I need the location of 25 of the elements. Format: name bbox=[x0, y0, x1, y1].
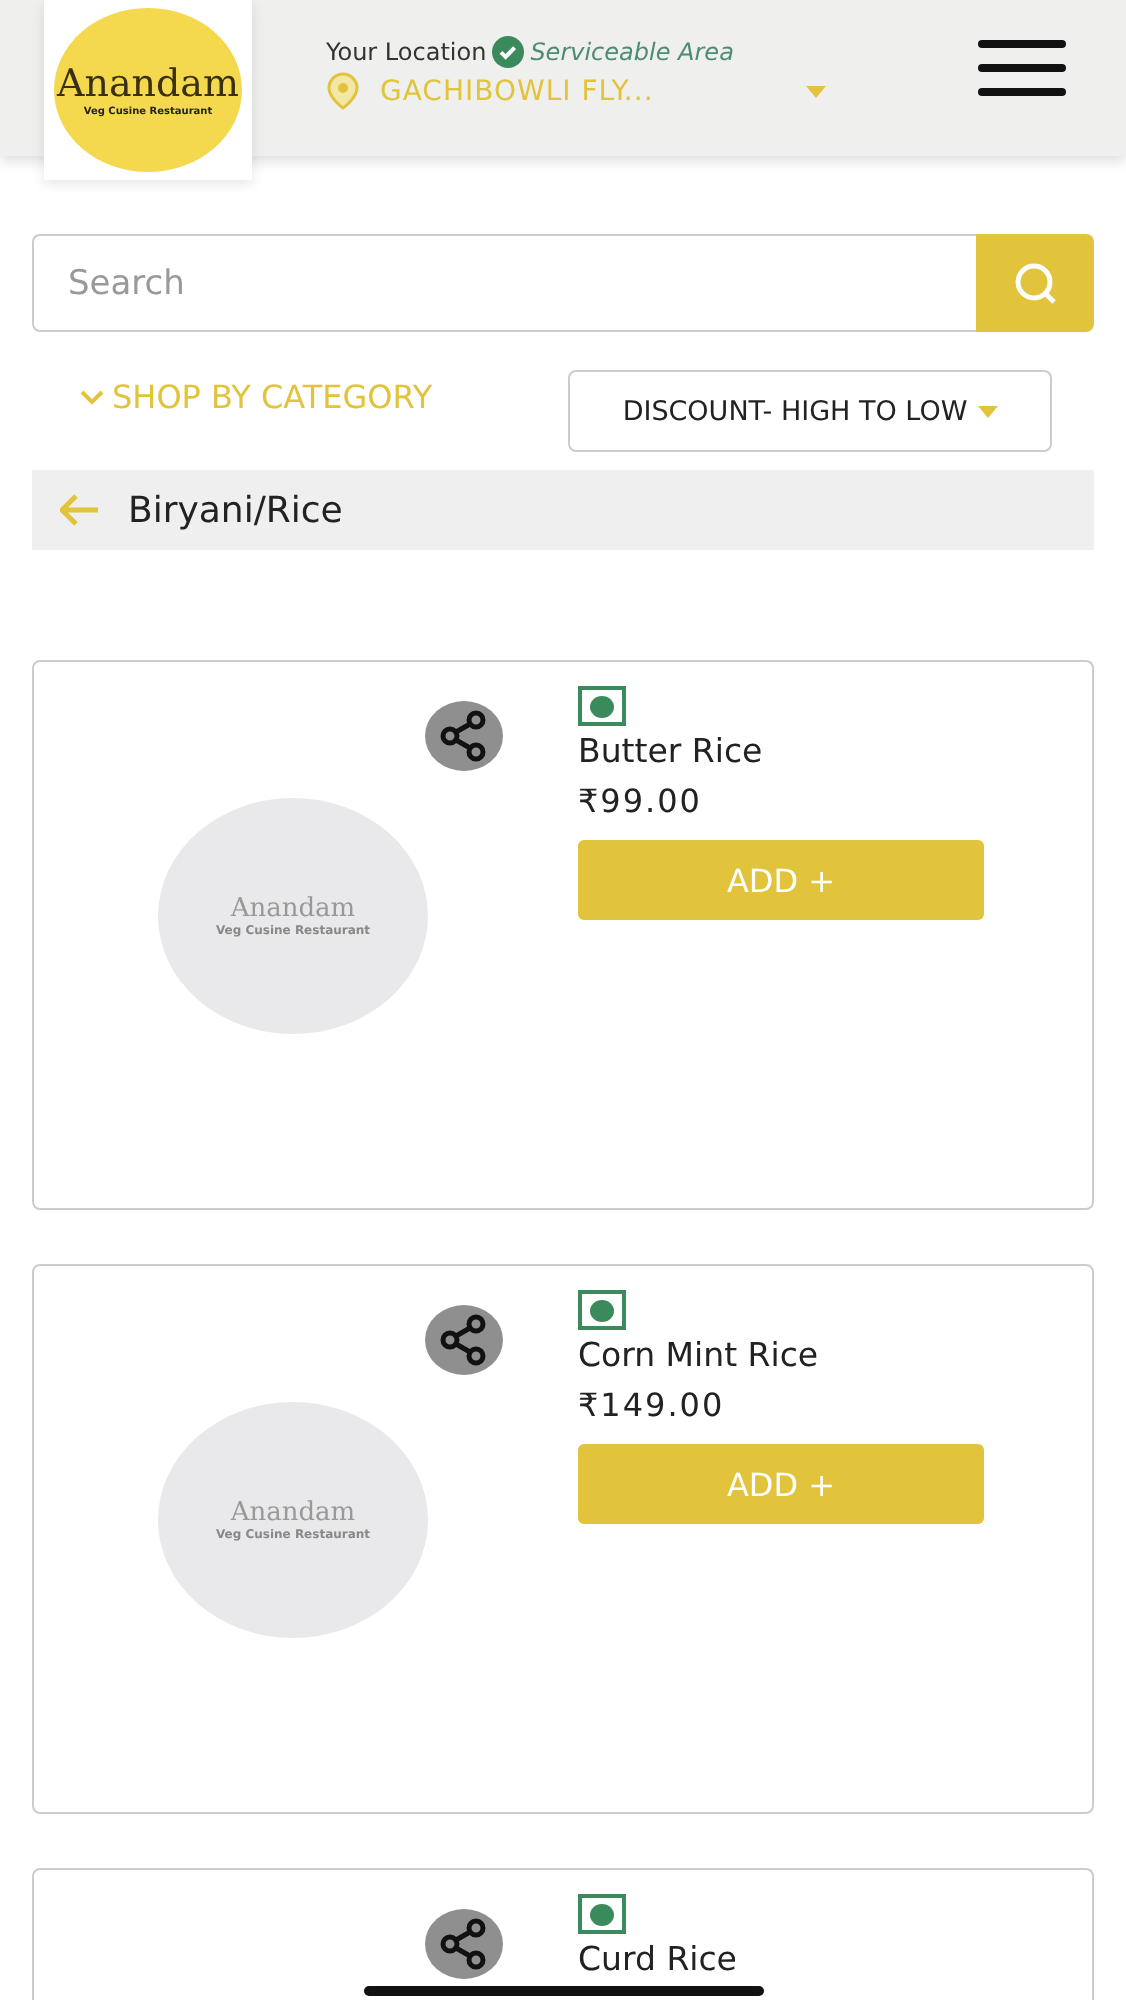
product-price: ₹149.00 bbox=[578, 1386, 725, 1424]
caret-icon bbox=[977, 405, 998, 417]
product-price: ₹99.00 bbox=[578, 782, 702, 820]
serviceable-text: Serviceable Area bbox=[530, 38, 734, 66]
product-name: Curd Rice bbox=[578, 1940, 737, 1978]
add-button[interactable]: ADD + bbox=[578, 840, 984, 920]
logo-title: Anandam bbox=[230, 894, 356, 924]
location-label: Your Location bbox=[326, 38, 487, 66]
logo-title: Anandam bbox=[230, 1498, 356, 1528]
logo-title: Anandam bbox=[56, 62, 240, 106]
location-selector[interactable]: GACHIBOWLI FLY... bbox=[380, 75, 786, 107]
search-field[interactable]: Search bbox=[32, 234, 976, 332]
add-button[interactable]: ADD + bbox=[578, 1444, 984, 1524]
chevron-down-icon bbox=[80, 389, 104, 405]
location-pin-icon bbox=[326, 72, 360, 110]
search-icon bbox=[1011, 259, 1059, 307]
share-icon[interactable] bbox=[424, 1304, 504, 1376]
shop-by-category-toggle[interactable]: SHOP BY CATEGORY bbox=[80, 370, 433, 424]
product-name: Butter Rice bbox=[578, 732, 763, 770]
menu-icon[interactable] bbox=[978, 40, 1066, 96]
share-icon[interactable] bbox=[424, 700, 504, 772]
share-icon[interactable] bbox=[424, 1908, 504, 1980]
category-title: Biryani/Rice bbox=[128, 489, 343, 531]
sort-dropdown[interactable]: DISCOUNT- HIGH TO LOW bbox=[568, 370, 1052, 452]
product-name: Corn Mint Rice bbox=[578, 1336, 819, 1374]
